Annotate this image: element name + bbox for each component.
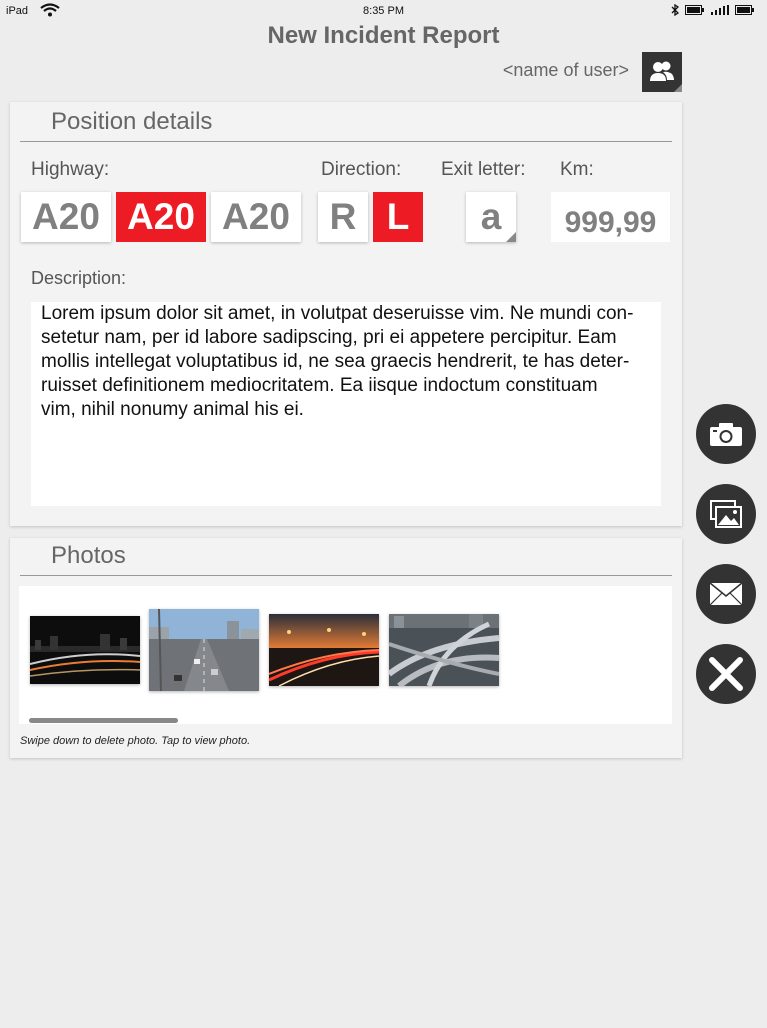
status-time: 8:35 PM: [363, 5, 404, 17]
position-details-panel: Position details Highway: Direction: Exi…: [10, 102, 682, 526]
camera-icon: [710, 423, 742, 446]
highway-interchange-photo: [387, 614, 500, 689]
photo-thumbnail-2[interactable]: [149, 608, 259, 692]
signal-icon: [711, 5, 729, 15]
position-details-title: Position details: [51, 108, 213, 135]
bluetooth-icon: [671, 4, 679, 16]
highway-daytime-photo: [149, 608, 259, 692]
close-icon: [709, 657, 743, 691]
photo-thumbnail-3[interactable]: [268, 614, 380, 687]
photo-thumbnail-4[interactable]: [387, 614, 500, 689]
highway-label: Highway:: [31, 159, 110, 180]
status-icons: [671, 4, 755, 16]
status-bar: iPad 8:35 PM: [0, 0, 767, 22]
direction-label: Direction:: [321, 159, 402, 180]
photos-hint-text: Swipe down to delete photo. Tap to view …: [20, 735, 251, 747]
photos-panel: Photos Swipe down to delete photo. Tap t…: [10, 538, 682, 758]
description-line: ruisset definitionem mediocritatem. Ea i…: [41, 375, 598, 396]
description-line: mollis intellegat voluptatibus id, ne se…: [41, 351, 630, 372]
night-city-traffic-photo: [29, 616, 141, 684]
charging-icon: [685, 5, 704, 15]
photo-thumbnail-1[interactable]: [29, 616, 141, 684]
photo-strip-scrollbar[interactable]: [29, 718, 178, 723]
sunset-highway-traffic-photo: [268, 614, 380, 687]
user-switch-button[interactable]: [642, 52, 682, 92]
exit-letter-select[interactable]: a: [466, 192, 516, 242]
description-line: Lorem ipsum dolor sit amet, in volutpat …: [41, 303, 634, 324]
username-label: <name of user>: [502, 60, 629, 80]
photo-strip[interactable]: [19, 586, 672, 724]
photos-title: Photos: [51, 542, 126, 569]
section-divider: [20, 575, 672, 576]
description-field[interactable]: Lorem ipsum dolor sit amet, in volutpat …: [31, 302, 661, 506]
km-label: Km:: [560, 159, 594, 180]
mail-icon: [710, 583, 742, 605]
battery-icon: [735, 5, 754, 15]
description-label: Description:: [31, 268, 127, 288]
take-photo-button[interactable]: [696, 404, 756, 464]
send-email-button[interactable]: [696, 564, 756, 624]
direction-option-l[interactable]: L: [373, 192, 423, 242]
direction-option-r[interactable]: R: [318, 192, 368, 242]
description-line: setetur nam, per id labore sadipscing, p…: [41, 327, 617, 348]
page-title: New Incident Report: [267, 22, 500, 49]
cancel-report-button[interactable]: [696, 644, 756, 704]
section-divider: [20, 141, 672, 142]
dropdown-corner-icon: [506, 232, 516, 242]
highway-option-1[interactable]: A20: [21, 192, 111, 242]
description-line: vim, nihil nonumy animal his ei.: [41, 399, 304, 420]
highway-option-3[interactable]: A20: [211, 192, 301, 242]
exit-letter-label: Exit letter:: [441, 159, 526, 180]
highway-option-2[interactable]: A20: [116, 192, 206, 242]
exit-letter-value: a: [480, 196, 502, 237]
km-field[interactable]: 999,99: [551, 192, 670, 242]
gallery-button[interactable]: [696, 484, 756, 544]
gallery-icon: [710, 500, 742, 528]
